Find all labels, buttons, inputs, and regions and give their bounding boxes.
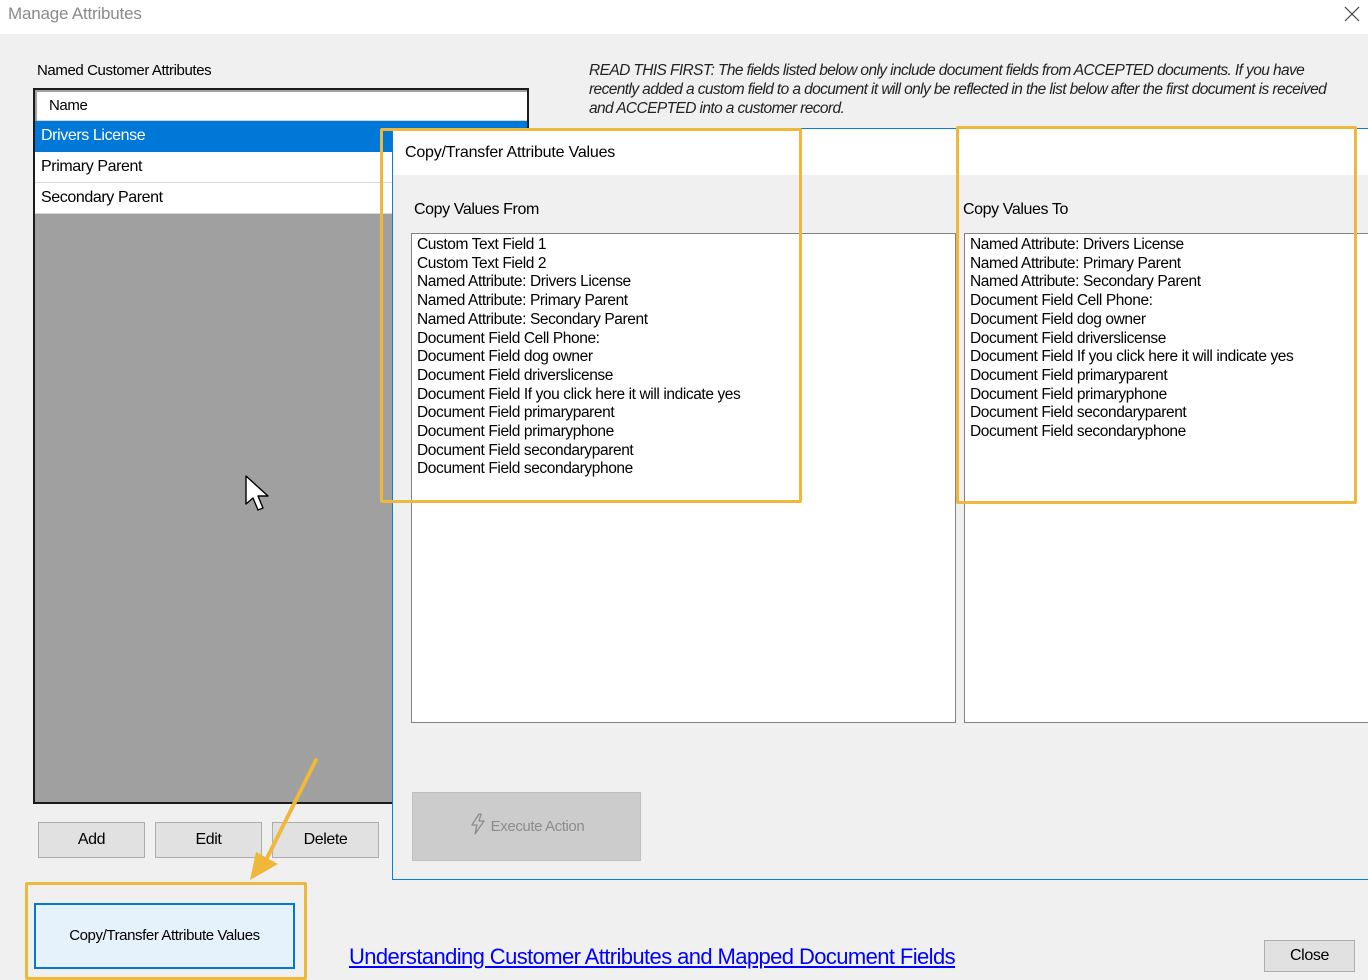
annotation-arrow-icon	[250, 758, 318, 880]
lightning-icon	[471, 813, 485, 835]
close-icon[interactable]	[1341, 3, 1363, 25]
help-link[interactable]: Understanding Customer Attributes and Ma…	[349, 944, 956, 970]
window-titlebar	[0, 0, 1368, 34]
attributes-column-header[interactable]: Name	[37, 92, 527, 121]
attribute-row-label: Primary Parent	[41, 158, 143, 175]
execute-action-button[interactable]: Execute Action	[412, 792, 641, 861]
add-button[interactable]: Add	[38, 822, 145, 858]
attribute-row-label: Secondary Parent	[41, 189, 163, 206]
attribute-row-label: Drivers License	[41, 127, 146, 144]
close-button[interactable]: Close	[1264, 940, 1355, 972]
execute-action-label: Execute Action	[490, 818, 585, 835]
read-first-notice: READ THIS FIRST: The fields listed below…	[589, 62, 1327, 117]
mouse-cursor-icon	[245, 475, 269, 511]
window-title: Manage Attributes	[8, 4, 142, 23]
attributes-heading: Named Customer Attributes	[37, 62, 212, 79]
highlight-box-copy-from	[380, 128, 802, 503]
column-header-label: Name	[49, 97, 88, 114]
highlight-box-copy-button	[25, 882, 307, 980]
highlight-box-copy-to	[956, 126, 1357, 504]
